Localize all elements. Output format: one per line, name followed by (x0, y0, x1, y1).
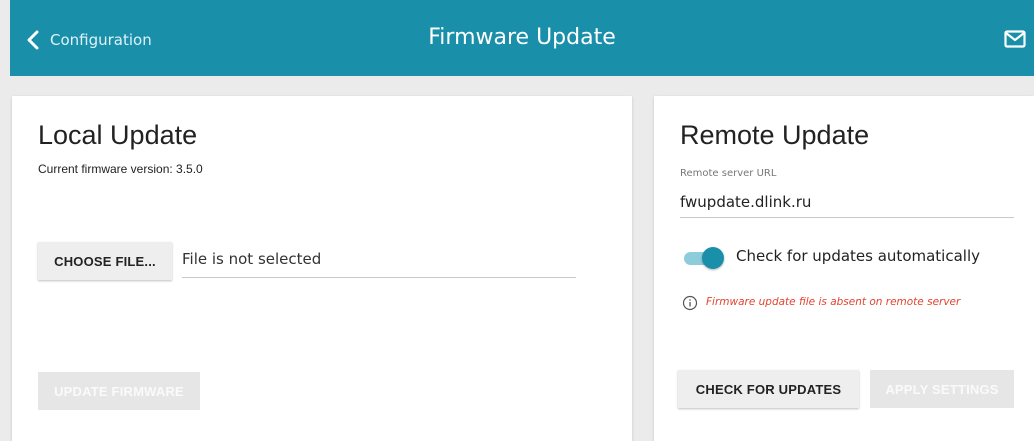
selected-file-field: File is not selected (182, 246, 576, 278)
local-update-title: Local Update (38, 120, 198, 150)
file-status-text: File is not selected (182, 250, 322, 268)
remote-server-url-label: Remote server URL (680, 168, 777, 179)
apply-settings-button[interactable]: APPLY SETTINGS (870, 370, 1014, 408)
choose-file-button[interactable]: CHOOSE FILE... (38, 242, 172, 280)
remote-warning-message: Firmware update file is absent on remote… (706, 296, 961, 308)
auto-check-label: Check for updates automatically (736, 247, 980, 265)
toggle-thumb (702, 247, 724, 269)
mail-icon[interactable] (1004, 30, 1026, 48)
page-title: Firmware Update (428, 25, 616, 50)
current-firmware-version: Current firmware version: 3.5.0 (38, 162, 203, 176)
top-bar: Configuration Firmware Update (10, 0, 1034, 76)
remote-server-url-input[interactable] (680, 186, 1014, 218)
auto-check-toggle[interactable] (684, 247, 724, 269)
update-firmware-button[interactable]: UPDATE FIRMWARE (38, 372, 200, 410)
remote-update-title: Remote Update (680, 120, 870, 150)
local-update-card: Local Update Current firmware version: 3… (12, 96, 632, 441)
check-for-updates-button[interactable]: CHECK FOR UPDATES (678, 370, 859, 408)
info-circle-icon (682, 295, 698, 311)
remote-update-card: Remote Update Remote server URL Check fo… (654, 96, 1034, 441)
